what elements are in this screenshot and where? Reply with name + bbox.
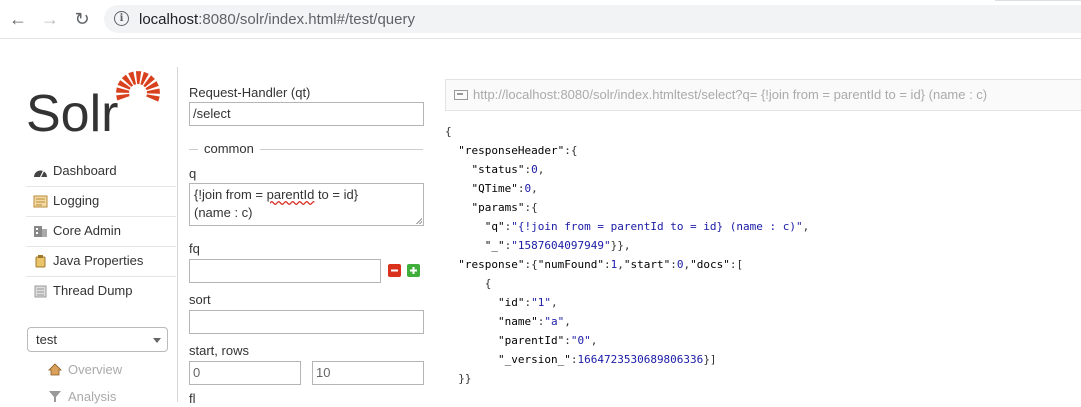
sidebar-item-thread-dump[interactable]: Thread Dump (26, 277, 176, 306)
sidebar-item-label: Overview (68, 362, 123, 377)
start-input[interactable]: 0 (189, 361, 301, 385)
request-handler-input[interactable]: /select (189, 102, 424, 126)
sidebar-item-label: Logging (53, 193, 100, 208)
sun-ray (135, 71, 142, 85)
json-line: { (445, 277, 492, 290)
json-line: "params":{ (471, 201, 538, 214)
rows-input[interactable]: 10 (312, 361, 424, 385)
browser-toolbar: ← → ↻ i localhost:8080/solr/index.html#/… (0, 0, 1081, 39)
dashboard-icon (34, 170, 47, 178)
sort-input[interactable] (189, 310, 424, 334)
result-panel: http://localhost:8080/solr/index.htmltes… (434, 67, 1081, 402)
json-line: "_version_":1664723530689806336}] (497, 353, 717, 366)
java-properties-icon (35, 255, 46, 268)
q-text-misspelled: parentId (266, 187, 315, 202)
q-line-1: {!join from = parentId to = id} (194, 186, 419, 204)
chevron-down-icon (153, 338, 161, 343)
thread-dump-icon (34, 285, 47, 298)
sidebar-item-label: Thread Dump (53, 283, 133, 298)
sun-ray (146, 94, 160, 102)
sidebar-item-dashboard[interactable]: Dashboard (26, 157, 176, 187)
q-textarea[interactable]: {!join from = parentId to = id} (name : … (189, 183, 424, 226)
logo-text: Solr (26, 85, 118, 139)
q-text: {!join from = (194, 187, 267, 202)
info-icon[interactable]: i (114, 11, 129, 26)
sun-icon (116, 71, 160, 102)
sidebar-item-label: Dashboard (53, 163, 117, 178)
fq-label: fq (189, 241, 200, 256)
json-line: "name":"a", (497, 315, 571, 328)
divider (995, 0, 1081, 1)
start-rows-label: start, rows (189, 343, 249, 358)
sidebar-item-logging[interactable]: Logging (26, 187, 176, 217)
q-text: to = id} (314, 187, 359, 202)
resize-handle-icon[interactable] (416, 218, 422, 224)
sort-label: sort (189, 292, 211, 307)
home-icon (48, 363, 62, 376)
json-line: }} (445, 372, 472, 385)
request-handler-label: Request-Handler (qt) (189, 85, 311, 100)
back-arrow-icon[interactable]: ← (8, 9, 28, 29)
sidebar-item-core-admin[interactable]: Core Admin (26, 217, 176, 247)
link-icon (454, 90, 468, 100)
common-legend: common (198, 141, 260, 156)
address-url[interactable]: localhost:8080/solr/index.html#/test/que… (139, 11, 415, 28)
address-bar[interactable]: i localhost:8080/solr/index.html#/test/q… (104, 5, 1081, 33)
q-label: q (189, 166, 197, 181)
json-response: { "responseHeader":{ "status":0, "QTime"… (445, 122, 809, 388)
forward-arrow-icon[interactable]: → (40, 9, 60, 29)
solr-logo: Solr (26, 71, 160, 139)
request-url-link[interactable]: http://localhost:8080/solr/index.htmltes… (445, 79, 1081, 111)
q-line-2: (name : c) (194, 205, 253, 220)
remove-fq-button[interactable] (388, 264, 401, 277)
plus-icon (410, 267, 417, 274)
url-host: localhost (139, 11, 199, 28)
json-line: "id":"1", (497, 296, 558, 309)
json-line: "response":{"numFound":1,"start":0,"docs… (458, 258, 744, 271)
reload-icon[interactable]: ↻ (72, 9, 92, 29)
json-line: "QTime":0, (471, 182, 538, 195)
minus-icon (391, 269, 398, 272)
add-fq-button[interactable] (407, 264, 420, 277)
json-line: "status":0, (471, 163, 545, 176)
sidebar-item-java-properties[interactable]: Java Properties (26, 247, 176, 277)
json-line: "_":"1587604097949"}}, (484, 239, 631, 252)
sidebar: Solr Dashboard Logging Core Admin Java P… (0, 39, 177, 404)
core-selector[interactable]: test (27, 327, 168, 352)
url-path: :8080/solr/index.html#/test/query (198, 11, 415, 28)
sidebar-item-label: Java Properties (53, 253, 144, 268)
json-line: "responseHeader":{ (458, 144, 578, 157)
sidebar-item-label: Core Admin (53, 223, 121, 238)
query-form: Request-Handler (qt) /select common q {!… (177, 67, 435, 406)
fl-label: fl (189, 391, 196, 406)
fq-input[interactable] (189, 259, 381, 283)
funnel-icon (49, 391, 61, 402)
json-line: "q":"{!join from = parentId to = id} (na… (484, 220, 810, 233)
core-selector-value: test (36, 332, 57, 347)
json-line: { (445, 125, 452, 138)
request-url-text: http://localhost:8080/solr/index.htmltes… (473, 87, 988, 102)
logging-icon (33, 195, 48, 208)
json-line: "parentId":"0", (497, 334, 598, 347)
core-admin-icon (34, 226, 47, 237)
